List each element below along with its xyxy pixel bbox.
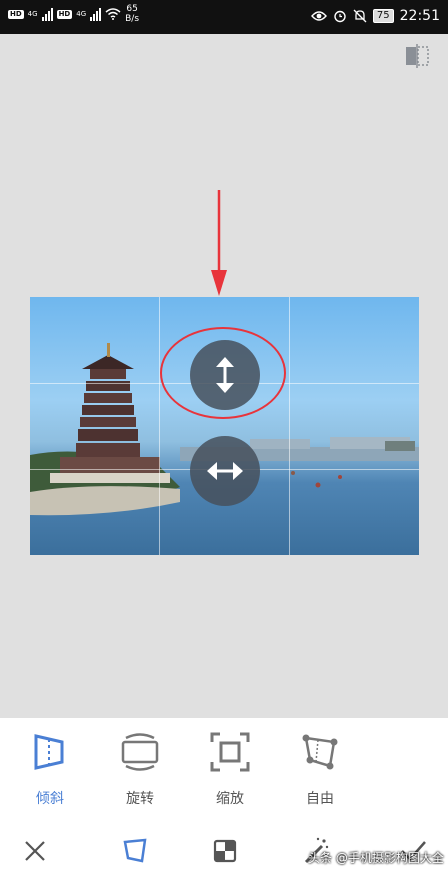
tool-scale[interactable]: 缩放 [195,730,265,808]
tool-tilt[interactable]: 倾斜 [15,730,85,808]
hd-badge-2: HD [56,9,73,19]
eye-icon [310,11,327,21]
watermark: 头条 @手机摄影构图大全 [308,851,444,865]
compare-icon[interactable] [404,44,430,68]
scale-icon [210,732,250,772]
network-label-2: 4G [76,10,87,18]
signal-icon [41,7,53,21]
network-label: 4G [27,10,38,18]
annotation-arrow [211,190,227,296]
tool-rotate[interactable]: 旋转 [105,730,175,808]
free-transform-icon [302,734,338,770]
tool-rotate-label: 旋转 [126,791,154,807]
fill-mode-icon[interactable] [210,836,240,866]
hd-badge: HD [8,9,24,19]
annotation-circle [160,327,286,419]
perspective-mode-icon[interactable] [120,836,150,866]
net-speed-unit: B/s [125,14,140,24]
status-right: 75 22:51 [310,8,440,24]
rotate-icon [121,733,159,771]
grid-line-v1 [159,297,160,555]
close-icon[interactable] [20,836,50,866]
tool-tilt-label: 倾斜 [36,791,64,807]
alarm-icon [334,10,346,23]
horizontal-arrows-icon [207,462,243,480]
perspective-tilt-icon [34,734,64,770]
net-speed-value: 65 [126,4,138,14]
horizontal-tilt-handle[interactable] [190,436,260,506]
mute-bell-icon [353,9,367,23]
tool-scale-label: 缩放 [216,791,244,807]
status-bar: HD 4G HD 4G 65 B/s 75 22:51 [0,0,448,34]
battery-indicator: 75 [372,9,394,23]
pagoda-illustration [50,343,170,483]
signal-icon-2 [90,7,102,21]
net-speed: 65 B/s [125,4,139,24]
status-left: HD 4G HD 4G 65 B/s [8,4,139,24]
tool-free[interactable]: 自由 [285,730,355,808]
grid-line-v2 [289,297,290,555]
clock: 22:51 [399,8,440,24]
wifi-icon [105,8,121,20]
tool-free-label: 自由 [306,791,334,807]
